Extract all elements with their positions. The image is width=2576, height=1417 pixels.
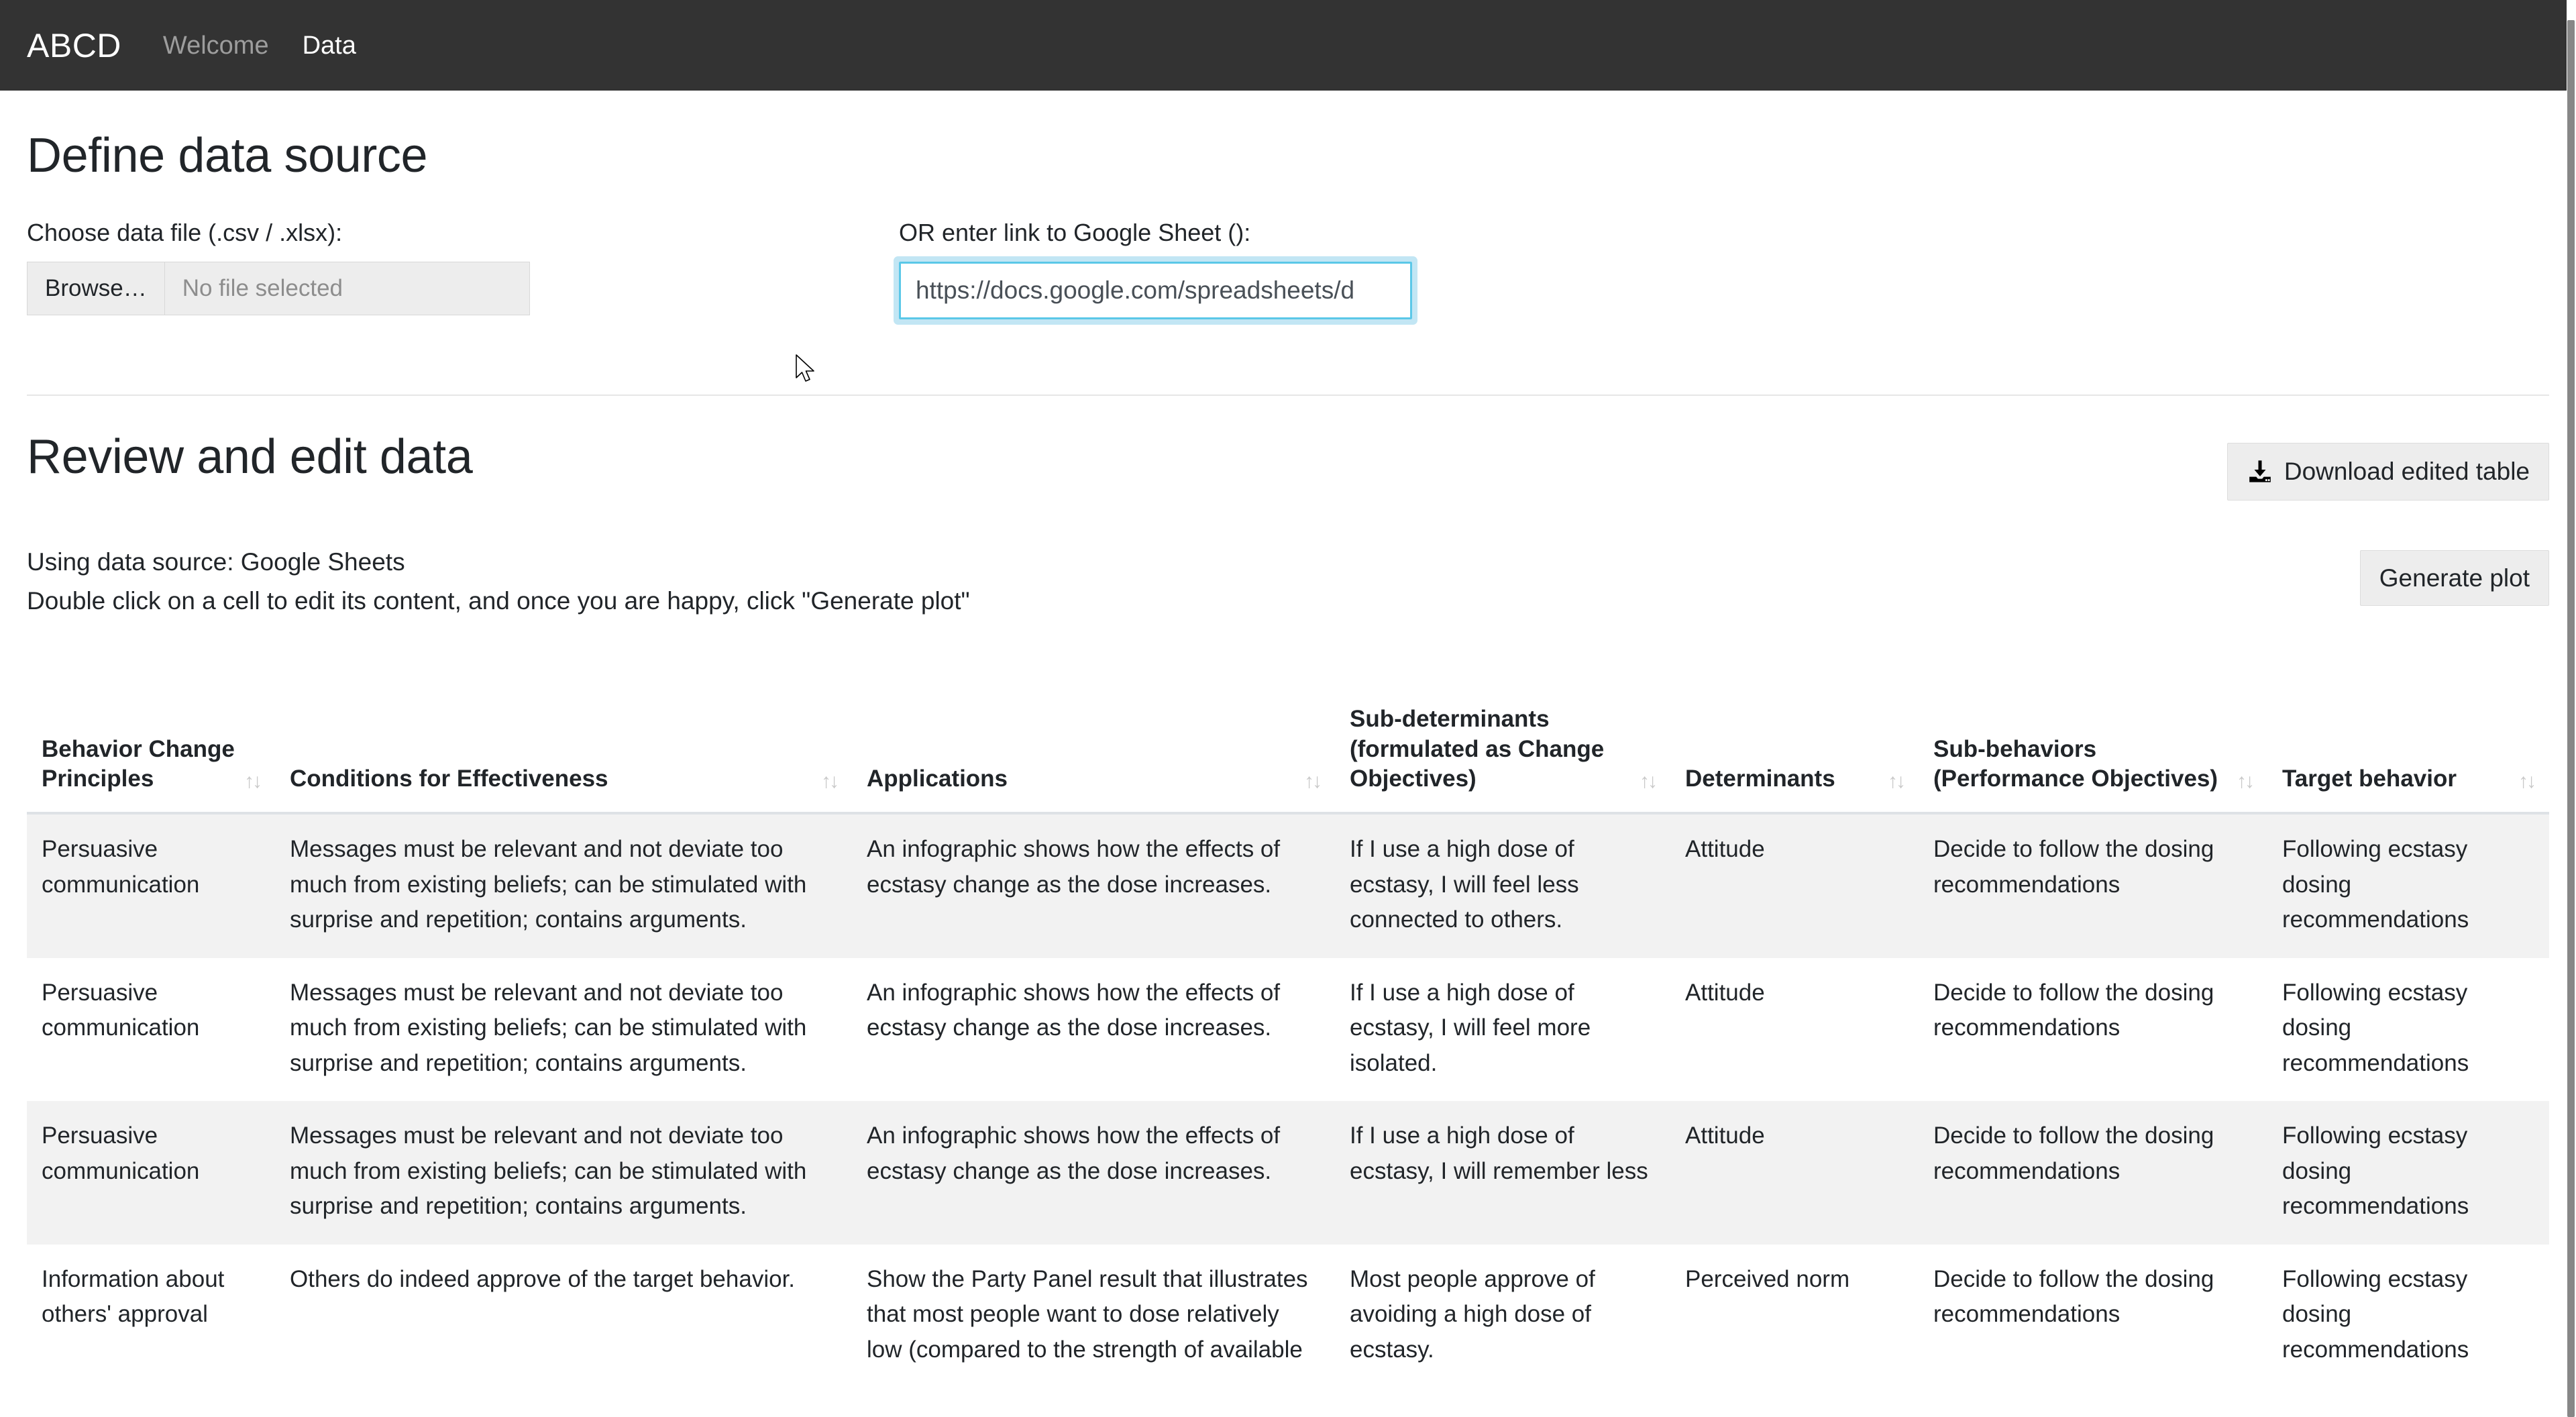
table-cell[interactable]: Perceived norm — [1670, 1245, 1919, 1388]
nav-link-welcome[interactable]: Welcome — [162, 29, 270, 62]
page-content: Define data source Choose data file (.cs… — [0, 129, 2576, 1387]
sort-icon[interactable]: ↑↓ — [244, 772, 260, 794]
table-cell[interactable]: Persuasive communication — [27, 958, 275, 1102]
table-cell[interactable]: Messages must be relevant and not deviat… — [275, 1101, 852, 1245]
table-cell[interactable]: Decide to follow the dosing recommendati… — [1919, 813, 2267, 958]
table-cell[interactable]: Show the Party Panel result that illustr… — [852, 1245, 1335, 1388]
table-row: Persuasive communication Messages must b… — [27, 958, 2549, 1102]
google-sheet-group: OR enter link to Google Sheet (): — [899, 217, 1570, 319]
download-icon — [2247, 458, 2273, 485]
column-header-behavior-change-principles[interactable]: Behavior Change Principles ↑↓ — [27, 686, 275, 813]
download-edited-table-button[interactable]: Download edited table — [2227, 443, 2549, 501]
sort-icon[interactable]: ↑↓ — [1640, 772, 1656, 794]
section-divider — [27, 395, 2549, 396]
table-header: Behavior Change Principles ↑↓ Conditions… — [27, 686, 2549, 813]
table-cell[interactable]: Attitude — [1670, 958, 1919, 1102]
column-header-label: Behavior Change Principles — [42, 735, 236, 795]
table-cell[interactable]: Persuasive communication — [27, 1101, 275, 1245]
sort-icon[interactable]: ↑↓ — [821, 772, 837, 794]
column-header-label: Sub-determinants (formulated as Change O… — [1350, 704, 1631, 794]
file-upload-group: Choose data file (.csv / .xlsx): Browse…… — [27, 217, 899, 319]
table-cell[interactable]: Following ecstasy dosing recommendations — [2267, 1245, 2549, 1388]
table-cell[interactable]: Information about others' approval — [27, 1245, 275, 1388]
table-cell[interactable]: Persuasive communication — [27, 813, 275, 958]
top-navbar: ABCD Welcome Data — [0, 0, 2576, 91]
scrollbar-thumb[interactable] — [2567, 20, 2575, 1417]
column-header-label: Sub-behaviors (Performance Objectives) — [1933, 735, 2229, 795]
column-header-label: Determinants — [1685, 764, 1835, 794]
table-cell[interactable]: Others do indeed approve of the target b… — [275, 1245, 852, 1388]
data-source-form: Choose data file (.csv / .xlsx): Browse…… — [27, 217, 2549, 319]
column-header-sub-behaviors[interactable]: Sub-behaviors (Performance Objectives) ↑… — [1919, 686, 2267, 813]
column-header-target-behavior[interactable]: Target behavior ↑↓ — [2267, 686, 2549, 813]
edit-instruction-line: Double click on a cell to edit its conte… — [27, 582, 2549, 620]
sort-icon[interactable]: ↑↓ — [1888, 772, 1904, 794]
google-sheet-input-wrapper — [899, 262, 1412, 319]
table-row: Persuasive communication Messages must b… — [27, 813, 2549, 958]
table-cell[interactable]: If I use a high dose of ecstasy, I will … — [1335, 1101, 1670, 1245]
column-header-conditions-for-effectiveness[interactable]: Conditions for Effectiveness ↑↓ — [275, 686, 852, 813]
column-header-label: Applications — [867, 764, 1008, 794]
sort-icon[interactable]: ↑↓ — [1304, 772, 1320, 794]
table-cell[interactable]: If I use a high dose of ecstasy, I will … — [1335, 813, 1670, 958]
sort-icon[interactable]: ↑↓ — [2237, 772, 2253, 794]
review-and-edit-data-title: Review and edit data — [27, 431, 2549, 484]
table-cell[interactable]: Decide to follow the dosing recommendati… — [1919, 958, 2267, 1102]
table-cell[interactable]: An infographic shows how the effects of … — [852, 958, 1335, 1102]
page-scrollbar[interactable] — [2567, 0, 2576, 1417]
generate-plot-button[interactable]: Generate plot — [2360, 550, 2549, 606]
table-cell[interactable]: Following ecstasy dosing recommendations — [2267, 1101, 2549, 1245]
table-cell[interactable]: Most people approve of avoiding a high d… — [1335, 1245, 1670, 1388]
data-table-container: Behavior Change Principles ↑↓ Conditions… — [27, 686, 2549, 1387]
table-cell[interactable]: Decide to follow the dosing recommendati… — [1919, 1101, 2267, 1245]
generate-plot-label: Generate plot — [2379, 566, 2530, 590]
selected-file-name: No file selected — [165, 262, 529, 315]
download-edited-table-label: Download edited table — [2284, 459, 2530, 484]
column-header-sub-determinants[interactable]: Sub-determinants (formulated as Change O… — [1335, 686, 1670, 813]
google-sheet-label: OR enter link to Google Sheet (): — [899, 217, 1570, 249]
table-cell[interactable]: Following ecstasy dosing recommendations — [2267, 958, 2549, 1102]
nav-link-data[interactable]: Data — [301, 29, 358, 62]
app-brand[interactable]: ABCD — [27, 29, 121, 62]
table-cell[interactable]: Decide to follow the dosing recommendati… — [1919, 1245, 2267, 1388]
table-cell[interactable]: Messages must be relevant and not deviat… — [275, 813, 852, 958]
browse-button[interactable]: Browse… — [28, 262, 165, 315]
table-row: Persuasive communication Messages must b… — [27, 1101, 2549, 1245]
data-table: Behavior Change Principles ↑↓ Conditions… — [27, 686, 2549, 1387]
google-sheet-url-input[interactable] — [899, 262, 1412, 319]
define-data-source-title: Define data source — [27, 129, 2549, 182]
column-header-applications[interactable]: Applications ↑↓ — [852, 686, 1335, 813]
table-cell[interactable]: Attitude — [1670, 813, 1919, 958]
column-header-determinants[interactable]: Determinants ↑↓ — [1670, 686, 1919, 813]
file-input-label: Choose data file (.csv / .xlsx): — [27, 217, 899, 249]
column-header-label: Conditions for Effectiveness — [290, 764, 608, 794]
table-row: Information about others' approval Other… — [27, 1245, 2549, 1388]
table-header-row: Behavior Change Principles ↑↓ Conditions… — [27, 686, 2549, 813]
file-input[interactable]: Browse… No file selected — [27, 262, 530, 315]
table-cell[interactable]: An infographic shows how the effects of … — [852, 813, 1335, 958]
data-source-info: Using data source: Google Sheets Double … — [27, 543, 2549, 620]
table-cell[interactable]: Messages must be relevant and not deviat… — [275, 958, 852, 1102]
table-cell[interactable]: Following ecstasy dosing recommendations — [2267, 813, 2549, 958]
using-data-source-line: Using data source: Google Sheets — [27, 543, 2549, 581]
column-header-label: Target behavior — [2282, 764, 2457, 794]
table-cell[interactable]: Attitude — [1670, 1101, 1919, 1245]
sort-icon[interactable]: ↑↓ — [2518, 772, 2534, 794]
table-cell[interactable]: If I use a high dose of ecstasy, I will … — [1335, 958, 1670, 1102]
review-section-header: Review and edit data Download edited tab… — [27, 431, 2549, 620]
table-cell[interactable]: An infographic shows how the effects of … — [852, 1101, 1335, 1245]
table-body: Persuasive communication Messages must b… — [27, 813, 2549, 1387]
